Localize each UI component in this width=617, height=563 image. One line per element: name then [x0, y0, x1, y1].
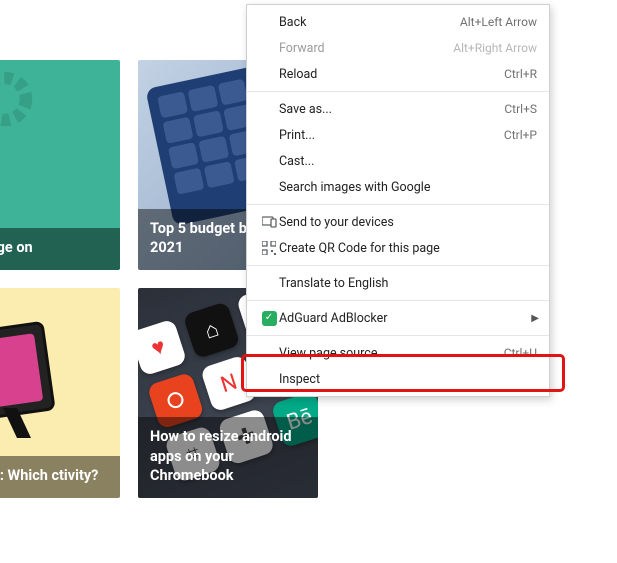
gear-icon	[0, 64, 40, 134]
adguard-icon: ✓	[259, 311, 279, 326]
article-card[interactable]: ↑ e storage on	[0, 60, 120, 270]
ctx-shortcut: Alt+Left Arrow	[460, 15, 537, 29]
card-title: e storage on	[0, 228, 120, 270]
ctx-item-forward: Forward Alt+Right Arrow	[247, 35, 549, 61]
ctx-label: Cast...	[279, 154, 537, 169]
ctx-label: View page source	[279, 346, 504, 361]
ctx-label: Reload	[279, 67, 504, 82]
card-title: Tablets: Which ctivity?	[0, 456, 120, 498]
ctx-separator	[247, 91, 549, 92]
ctx-shortcut: Alt+Right Arrow	[453, 41, 537, 55]
ctx-label: Create QR Code for this page	[279, 241, 537, 256]
ctx-label: AdGuard AdBlocker	[279, 311, 537, 326]
ctx-label: Print...	[279, 128, 504, 143]
devices-icon	[259, 216, 279, 228]
ctx-item-adguard[interactable]: ✓ AdGuard AdBlocker ▶	[247, 305, 549, 331]
card-title: How to resize android apps on your Chrom…	[138, 417, 318, 498]
ctx-separator	[247, 204, 549, 205]
ctx-item-translate[interactable]: Translate to English	[247, 270, 549, 296]
database-icon	[0, 130, 4, 198]
ctx-item-reload[interactable]: Reload Ctrl+R	[247, 61, 549, 87]
ctx-shortcut: Ctrl+P	[504, 128, 537, 142]
ctx-item-save-as[interactable]: Save as... Ctrl+S	[247, 96, 549, 122]
ctx-shortcut: Ctrl+R	[504, 67, 537, 81]
ctx-label: Send to your devices	[279, 215, 537, 230]
ctx-item-inspect[interactable]: Inspect	[247, 366, 549, 392]
ctx-label: Inspect	[279, 372, 537, 387]
ctx-label: Save as...	[279, 102, 504, 117]
ctx-item-view-source[interactable]: View page source Ctrl+U	[247, 340, 549, 366]
ctx-label: Forward	[279, 41, 453, 56]
ctx-item-send-to-devices[interactable]: Send to your devices	[247, 209, 549, 235]
ctx-item-search-images[interactable]: Search images with Google	[247, 174, 549, 200]
qr-icon	[259, 241, 279, 255]
ctx-label: Back	[279, 15, 460, 30]
ctx-separator	[247, 300, 549, 301]
context-menu: Back Alt+Left Arrow Forward Alt+Right Ar…	[246, 4, 550, 397]
ctx-separator	[247, 265, 549, 266]
ctx-item-print[interactable]: Print... Ctrl+P	[247, 122, 549, 148]
article-card[interactable]: Tablets: Which ctivity?	[0, 288, 120, 498]
ctx-item-create-qr[interactable]: Create QR Code for this page	[247, 235, 549, 261]
ctx-shortcut: Ctrl+S	[504, 102, 537, 116]
ctx-shortcut: Ctrl+U	[504, 346, 537, 360]
ctx-label: Search images with Google	[279, 180, 537, 195]
ctx-item-back[interactable]: Back Alt+Left Arrow	[247, 9, 549, 35]
ctx-item-cast[interactable]: Cast...	[247, 148, 549, 174]
ctx-separator	[247, 335, 549, 336]
ctx-label: Translate to English	[279, 276, 537, 291]
submenu-arrow-icon: ▶	[531, 313, 539, 324]
